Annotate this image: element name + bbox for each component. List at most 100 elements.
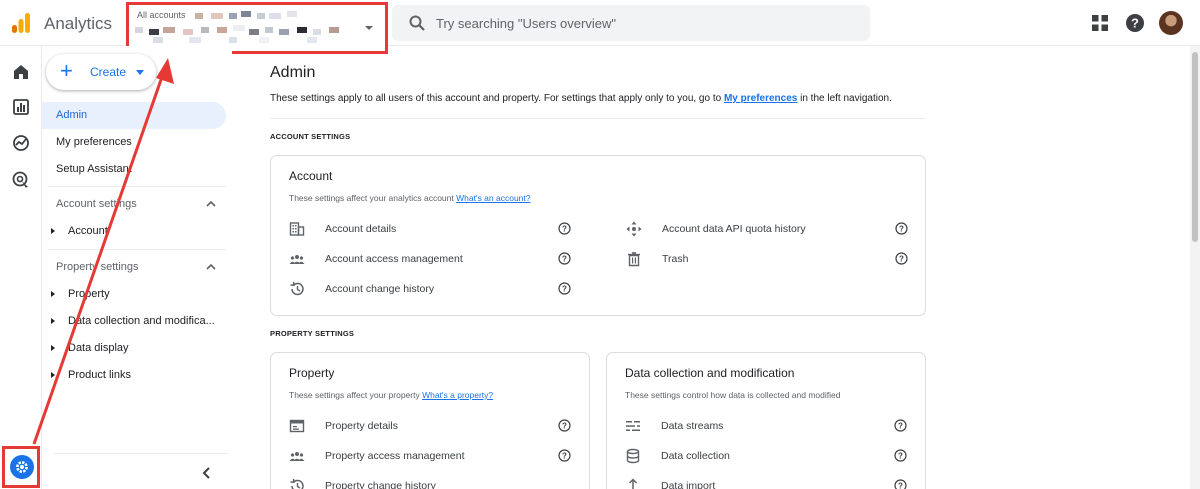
expand-arrow-icon[interactable] bbox=[51, 372, 55, 378]
explore-icon[interactable] bbox=[11, 133, 31, 153]
page-title: Admin bbox=[270, 64, 316, 81]
intro-text: These settings apply to all users of thi… bbox=[270, 93, 724, 104]
whats-a-property-link[interactable]: What's a property? bbox=[422, 390, 493, 400]
help-circle-icon[interactable]: ? bbox=[894, 449, 907, 462]
svg-text:?: ? bbox=[899, 225, 904, 234]
reports-icon[interactable] bbox=[11, 97, 31, 117]
help-circle-icon[interactable]: ? bbox=[895, 222, 908, 235]
whats-an-account-link[interactable]: What's an account? bbox=[456, 193, 530, 203]
data-collection-row[interactable]: Data collection ? bbox=[625, 446, 911, 466]
move-arrows-icon bbox=[626, 221, 642, 237]
property-access-row[interactable]: Property access management ? bbox=[289, 446, 575, 466]
admin-intro-text: These settings apply to all users of thi… bbox=[270, 93, 892, 104]
analytics-logo bbox=[12, 13, 30, 33]
people-icon bbox=[289, 255, 305, 264]
property-settings-header[interactable]: Property settings bbox=[56, 261, 139, 273]
account-api-quota-row[interactable]: Account data API quota history ? bbox=[626, 219, 912, 239]
sidebar-item-property[interactable]: Property bbox=[68, 288, 224, 300]
account-details-row[interactable]: Account details ? bbox=[289, 219, 575, 239]
svg-text:?: ? bbox=[562, 225, 567, 234]
main-content: Admin These settings apply to all users … bbox=[232, 46, 1190, 489]
home-icon[interactable] bbox=[11, 62, 31, 82]
intro-text-end: in the left navigation. bbox=[797, 93, 892, 104]
sidebar-item-setup-assistant[interactable]: Setup Assistant bbox=[42, 156, 226, 183]
search-bar[interactable] bbox=[392, 5, 870, 41]
admin-gear-button[interactable] bbox=[10, 455, 34, 479]
account-card: Account These settings affect your analy… bbox=[270, 155, 926, 316]
expand-arrow-icon[interactable] bbox=[51, 318, 55, 324]
row-label: Data streams bbox=[661, 420, 724, 432]
sidebar-item-my-preferences[interactable]: My preferences bbox=[42, 129, 226, 156]
account-history-row[interactable]: Account change history ? bbox=[289, 279, 575, 299]
sidebar-item-data-display[interactable]: Data display bbox=[68, 342, 224, 354]
history-icon bbox=[290, 478, 304, 489]
row-label: Property access management bbox=[325, 450, 465, 462]
data-import-row[interactable]: Data import ? bbox=[625, 476, 911, 489]
streams-icon bbox=[626, 421, 640, 431]
row-label: Account details bbox=[325, 223, 397, 235]
advertising-icon[interactable] bbox=[11, 170, 31, 190]
help-circle-icon[interactable]: ? bbox=[558, 449, 571, 462]
help-circle-icon[interactable]: ? bbox=[894, 479, 907, 489]
help-circle-icon[interactable]: ? bbox=[895, 252, 908, 265]
expand-arrow-icon[interactable] bbox=[51, 345, 55, 351]
sidebar-item-account[interactable]: Account bbox=[68, 225, 224, 237]
divider bbox=[48, 186, 226, 187]
upload-icon bbox=[628, 478, 638, 489]
svg-text:?: ? bbox=[898, 482, 903, 489]
svg-text:?: ? bbox=[898, 452, 903, 461]
create-button[interactable]: + Create bbox=[46, 54, 156, 90]
sidebar-item-product-links[interactable]: Product links bbox=[68, 369, 224, 381]
sidebar-item-data-collection[interactable]: Data collection and modifica... bbox=[68, 315, 224, 327]
avatar[interactable] bbox=[1159, 11, 1183, 35]
row-label: Account data API quota history bbox=[662, 223, 806, 235]
plus-icon: + bbox=[60, 58, 73, 83]
scrollbar-thumb[interactable] bbox=[1192, 52, 1198, 242]
property-card: Property These settings affect your prop… bbox=[270, 352, 590, 489]
row-label: Property details bbox=[325, 420, 398, 432]
row-label: Property change history bbox=[325, 480, 436, 489]
row-label: Account change history bbox=[325, 283, 435, 295]
my-preferences-link[interactable]: My preferences bbox=[724, 93, 797, 104]
card-description: These settings control how data is colle… bbox=[625, 390, 841, 400]
help-icon[interactable]: ? bbox=[1124, 12, 1146, 34]
chevron-down-icon bbox=[136, 70, 144, 75]
property-history-row[interactable]: Property change history bbox=[289, 476, 575, 489]
app-title: Analytics bbox=[44, 14, 113, 33]
svg-text:?: ? bbox=[899, 255, 904, 264]
trash-icon bbox=[628, 252, 640, 267]
admin-sidenav: + Create Admin My preferences Setup Assi… bbox=[42, 46, 232, 489]
help-circle-icon[interactable]: ? bbox=[558, 419, 571, 432]
collapse-sidebar-icon[interactable] bbox=[200, 466, 214, 480]
gear-icon bbox=[16, 461, 28, 473]
left-rail bbox=[0, 46, 42, 489]
account-settings-header[interactable]: Account settings bbox=[56, 198, 137, 210]
database-icon bbox=[626, 448, 640, 464]
help-circle-icon[interactable]: ? bbox=[558, 282, 571, 295]
expand-arrow-icon[interactable] bbox=[51, 228, 55, 234]
building-icon bbox=[289, 222, 305, 236]
svg-text:?: ? bbox=[562, 452, 567, 461]
chevron-up-icon[interactable] bbox=[206, 262, 216, 272]
account-access-row[interactable]: Account access management ? bbox=[289, 249, 575, 269]
trash-row[interactable]: Trash ? bbox=[626, 249, 912, 269]
help-circle-icon[interactable]: ? bbox=[558, 222, 571, 235]
chevron-up-icon[interactable] bbox=[206, 199, 216, 209]
card-description-text: These settings affect your property bbox=[289, 390, 423, 400]
property-details-row[interactable]: Property details ? bbox=[289, 416, 575, 436]
help-circle-icon[interactable]: ? bbox=[558, 252, 571, 265]
account-picker-label: All accounts bbox=[137, 10, 186, 20]
help-circle-icon[interactable]: ? bbox=[894, 419, 907, 432]
chevron-down-icon[interactable] bbox=[365, 26, 373, 30]
search-input[interactable] bbox=[436, 5, 856, 41]
data-streams-row[interactable]: Data streams ? bbox=[625, 416, 911, 436]
apps-grid-icon[interactable] bbox=[1089, 12, 1111, 34]
admin-gear-highlight[interactable] bbox=[2, 446, 40, 488]
sidebar-item-admin[interactable]: Admin bbox=[42, 102, 226, 129]
expand-arrow-icon[interactable] bbox=[51, 291, 55, 297]
row-label: Data import bbox=[661, 480, 716, 489]
card-title: Data collection and modification bbox=[625, 366, 795, 380]
account-settings-heading: ACCOUNT SETTINGS bbox=[270, 132, 351, 141]
svg-text:?: ? bbox=[562, 255, 567, 264]
search-icon bbox=[409, 15, 425, 31]
